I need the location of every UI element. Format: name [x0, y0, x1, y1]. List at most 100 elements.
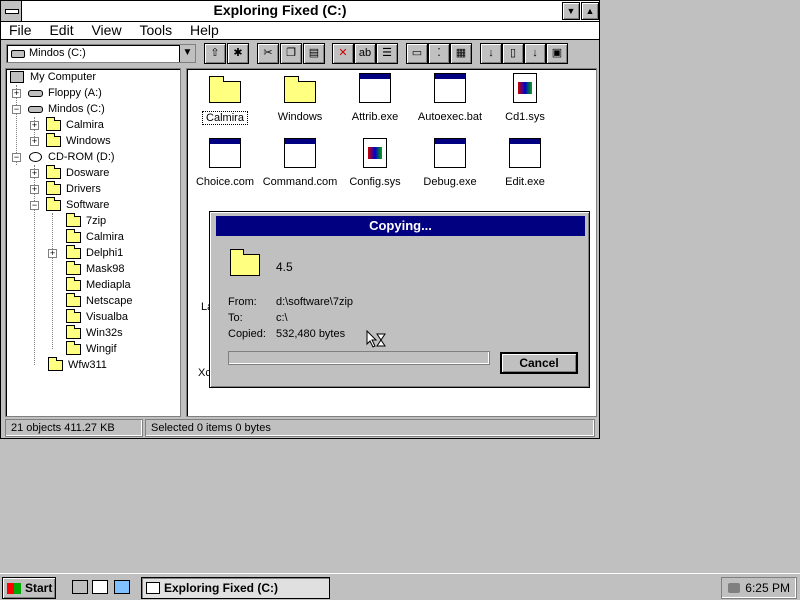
sort-name-button[interactable]: ↓	[480, 43, 502, 64]
drive-selector-value: Mindos (C:)	[29, 47, 86, 59]
details-view-button[interactable]: ▦	[450, 43, 472, 64]
folder-icon	[46, 117, 61, 131]
tree-item-win32s[interactable]: Win32s	[10, 325, 180, 341]
file-item-calmira[interactable]: Calmira	[185, 73, 265, 133]
window-title: Exploring Fixed (C:)	[213, 2, 347, 18]
up-folder-button[interactable]: ⇧	[204, 43, 226, 64]
folder-icon	[66, 229, 81, 243]
tree-item-delphi1[interactable]: + Delphi1	[10, 245, 180, 261]
folder-icon	[209, 76, 241, 103]
dropdown-arrow-icon[interactable]: ▼	[179, 45, 195, 62]
folder-icon	[284, 76, 316, 103]
title-bar[interactable]: Exploring Fixed (C:) ▼ ▲	[1, 1, 599, 22]
program-icon	[434, 73, 466, 103]
busy-cursor-icon	[366, 330, 386, 348]
delete-button[interactable]: ✕	[332, 43, 354, 64]
expand-icon[interactable]: +	[30, 169, 39, 178]
tree-item-floppy[interactable]: + Floppy (A:)	[10, 85, 180, 101]
paste-button[interactable]: ▤	[303, 43, 325, 64]
expand-icon[interactable]: +	[12, 89, 21, 98]
menu-tools[interactable]: Tools	[133, 22, 178, 38]
folder-icon	[66, 309, 81, 323]
expand-icon[interactable]: +	[48, 249, 57, 258]
file-item-command[interactable]: Command.com	[260, 138, 340, 198]
tree-item-dosware[interactable]: + Dosware	[10, 165, 180, 181]
collapse-icon[interactable]: −	[30, 201, 39, 210]
clock[interactable]: 6:25 PM	[745, 581, 790, 595]
drive-selector[interactable]: Mindos (C:) ▼	[6, 44, 196, 63]
tree-item-my-computer[interactable]: My Computer	[10, 69, 180, 85]
folder-tree[interactable]: My Computer + Floppy (A:) − Mindos (C:) …	[5, 68, 181, 417]
folder-icon	[46, 181, 61, 195]
tree-item-software[interactable]: − Software	[10, 197, 180, 213]
copy-progress-dialog: Copying... 4.5 From: d:\software\7zip To…	[209, 211, 590, 388]
collapse-icon[interactable]: −	[12, 105, 21, 114]
rename-button[interactable]: ab	[354, 43, 376, 64]
tree-item-drivers[interactable]: + Drivers	[10, 181, 180, 197]
sort-type-button[interactable]: ▯	[502, 43, 524, 64]
folder-icon	[48, 357, 63, 371]
tree-item-windows[interactable]: + Windows	[10, 133, 180, 149]
small-icons-button[interactable]: ⁚	[428, 43, 450, 64]
tree-item-wingif[interactable]: Wingif	[10, 341, 180, 357]
folder-icon	[230, 249, 260, 276]
toolbar: Mindos (C:) ▼ ⇧ ✱ ✂ ❐ ▤ ✕ ab ☰ ▭ ⁚ ▦ ↓ ▯…	[1, 41, 599, 67]
tree-item-netscape[interactable]: Netscape	[10, 293, 180, 309]
copy-button[interactable]: ❐	[280, 43, 302, 64]
tree-item-wfw311[interactable]: Wfw311	[10, 357, 180, 373]
tree-item-calmira-sw[interactable]: Calmira	[10, 229, 180, 245]
hard-drive-icon	[11, 50, 25, 58]
quick-launch-explorer-icon[interactable]	[72, 580, 88, 594]
sort-size-button[interactable]: ↓	[524, 43, 546, 64]
copy-item-name: 4.5	[276, 260, 293, 274]
file-item-edit[interactable]: Edit.exe	[485, 138, 565, 198]
computer-icon	[10, 71, 24, 83]
start-button[interactable]: Start	[2, 577, 56, 599]
menu-help[interactable]: Help	[184, 22, 225, 38]
file-item-windows[interactable]: Windows	[260, 73, 340, 133]
explorer-icon	[146, 582, 160, 594]
system-file-icon	[363, 138, 387, 168]
tree-item-visualba[interactable]: Visualba	[10, 309, 180, 325]
cancel-button[interactable]: Cancel	[500, 352, 578, 374]
taskbar-button-explorer[interactable]: Exploring Fixed (C:)	[141, 577, 330, 599]
taskbar: Start Exploring Fixed (C:) 6:25 PM	[0, 573, 800, 600]
tree-item-7zip[interactable]: 7zip	[10, 213, 180, 229]
speaker-icon[interactable]	[728, 583, 740, 593]
menu-edit[interactable]: Edit	[43, 22, 79, 38]
expand-icon[interactable]: +	[30, 121, 39, 130]
menu-view[interactable]: View	[85, 22, 127, 38]
folder-icon	[66, 325, 81, 339]
new-folder-button[interactable]: ✱	[227, 43, 249, 64]
properties-button[interactable]: ☰	[376, 43, 398, 64]
expand-icon[interactable]: +	[30, 137, 39, 146]
expand-icon[interactable]: +	[30, 185, 39, 194]
minimize-button[interactable]: ▼	[562, 2, 580, 20]
cut-button[interactable]: ✂	[257, 43, 279, 64]
program-icon	[434, 138, 466, 168]
folder-icon	[46, 133, 61, 147]
dialog-title[interactable]: Copying...	[216, 216, 585, 236]
tree-item-mediapla[interactable]: Mediapla	[10, 277, 180, 293]
tree-item-calmira[interactable]: + Calmira	[10, 117, 180, 133]
folder-icon	[66, 261, 81, 275]
folder-icon	[66, 341, 81, 355]
maximize-button[interactable]: ▲	[581, 2, 599, 20]
file-item-cd1sys[interactable]: Cd1.sys	[485, 73, 565, 133]
tree-item-mask98[interactable]: Mask98	[10, 261, 180, 277]
file-item-attrib[interactable]: Attrib.exe	[335, 73, 415, 133]
file-item-debug[interactable]: Debug.exe	[410, 138, 490, 198]
collapse-icon[interactable]: −	[12, 153, 21, 162]
program-icon	[509, 138, 541, 168]
menu-file[interactable]: File	[3, 22, 38, 38]
quick-launch-find-icon[interactable]	[92, 580, 108, 594]
file-item-config[interactable]: Config.sys	[335, 138, 415, 198]
to-value: c:\	[276, 312, 288, 324]
tree-item-mindos[interactable]: − Mindos (C:)	[10, 101, 180, 117]
file-item-choice[interactable]: Choice.com	[185, 138, 265, 198]
quick-launch-run-icon[interactable]	[114, 580, 130, 594]
sort-date-button[interactable]: ▣	[546, 43, 568, 64]
tree-item-cdrom[interactable]: − CD-ROM (D:)	[10, 149, 180, 165]
large-icons-button[interactable]: ▭	[406, 43, 428, 64]
file-item-autoexec[interactable]: Autoexec.bat	[410, 73, 490, 133]
